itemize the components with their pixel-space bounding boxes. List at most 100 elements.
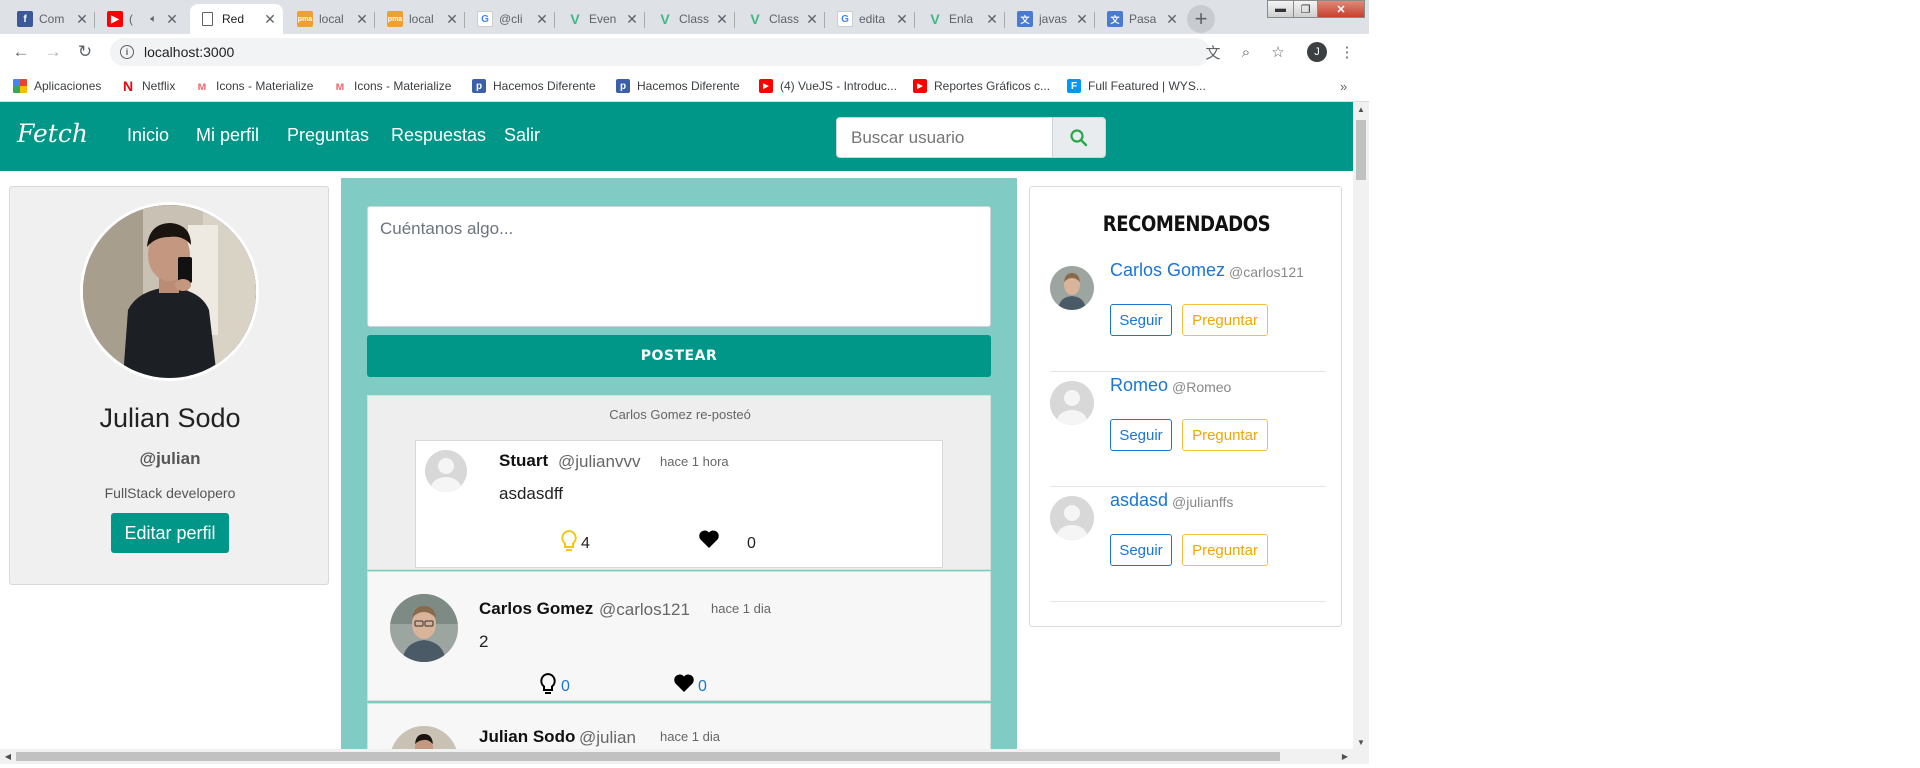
recommended-user-name[interactable]: Carlos Gomez bbox=[1110, 260, 1225, 281]
profile-avatar[interactable]: J bbox=[1307, 42, 1327, 62]
horizontal-scrollbar[interactable]: ◀ ▶ bbox=[0, 749, 1369, 764]
apps-grid-icon bbox=[13, 79, 27, 93]
back-arrow-icon[interactable]: ← bbox=[11, 42, 31, 62]
bookmark-star-icon[interactable]: ☆ bbox=[1268, 42, 1288, 62]
follow-button[interactable]: Seguir bbox=[1110, 304, 1172, 336]
nav-link-salir[interactable]: Salir bbox=[504, 125, 540, 146]
close-tab-icon[interactable]: ✕ bbox=[73, 11, 91, 28]
info-icon[interactable]: i bbox=[120, 45, 134, 59]
close-tab-icon[interactable]: ✕ bbox=[1073, 11, 1091, 28]
search-input[interactable] bbox=[836, 117, 1052, 158]
forward-arrow-icon[interactable]: → bbox=[43, 42, 63, 62]
reload-icon[interactable]: ↻ bbox=[75, 42, 95, 62]
post-author-name[interactable]: Stuart bbox=[499, 451, 548, 471]
user-search bbox=[836, 117, 1106, 158]
nav-link-respuestas[interactable]: Respuestas bbox=[391, 125, 486, 146]
horizontal-scroll-thumb[interactable] bbox=[16, 752, 1280, 761]
default-avatar[interactable] bbox=[1050, 496, 1094, 540]
recommended-user-name[interactable]: Romeo bbox=[1110, 375, 1168, 396]
close-tab-icon[interactable]: ✕ bbox=[623, 11, 641, 28]
ask-button[interactable]: Preguntar bbox=[1182, 534, 1268, 566]
browser-tab[interactable]: G @cli ✕ bbox=[465, 4, 555, 34]
browser-tab[interactable]: V Enla ✕ bbox=[915, 4, 1005, 34]
browser-tab[interactable]: 文 Pasa ✕ bbox=[1095, 4, 1185, 34]
browser-tab[interactable]: f Com ✕ bbox=[5, 4, 95, 34]
close-tab-icon[interactable]: ✕ bbox=[803, 11, 821, 28]
user-avatar[interactable] bbox=[390, 726, 458, 749]
recommended-user-handle: @carlos121 bbox=[1229, 264, 1304, 280]
bookmarks-overflow-icon[interactable]: » bbox=[1340, 79, 1347, 94]
translate-page-icon[interactable]: 文 bbox=[1203, 42, 1223, 62]
bookmark-item[interactable]: Aplicaciones bbox=[13, 78, 101, 94]
scroll-down-arrow-icon[interactable]: ▼ bbox=[1353, 735, 1369, 749]
nav-link-mi-perfil[interactable]: Mi perfil bbox=[196, 125, 259, 146]
bookmark-item[interactable]: ▶ (4) VueJS - Introduc... bbox=[759, 78, 897, 94]
close-tab-icon[interactable]: ✕ bbox=[443, 11, 461, 28]
close-tab-icon[interactable]: ✕ bbox=[533, 11, 551, 28]
browser-tab[interactable]: V Class ✕ bbox=[735, 4, 825, 34]
browser-tab[interactable]: 文 javas ✕ bbox=[1005, 4, 1095, 34]
vertical-scrollbar[interactable]: ▲ ▼ bbox=[1353, 102, 1369, 749]
lightbulb-icon[interactable] bbox=[539, 672, 557, 696]
bookmark-item[interactable]: N Netflix bbox=[121, 78, 175, 94]
user-avatar[interactable] bbox=[1050, 266, 1094, 310]
close-tab-icon[interactable]: ✕ bbox=[1163, 11, 1181, 28]
new-tab-button[interactable]: + bbox=[1187, 5, 1215, 33]
post-author-name[interactable]: Julian Sodo bbox=[479, 727, 575, 747]
close-tab-icon[interactable]: ✕ bbox=[261, 11, 279, 28]
default-avatar[interactable] bbox=[1050, 381, 1094, 425]
bookmark-item[interactable]: F Full Featured | WYS... bbox=[1067, 78, 1206, 94]
bookmark-item[interactable]: ᴍ Icons - Materialize bbox=[333, 78, 452, 94]
scroll-up-arrow-icon[interactable]: ▲ bbox=[1353, 102, 1369, 116]
nav-link-preguntas[interactable]: Preguntas bbox=[287, 125, 369, 146]
scroll-left-arrow-icon[interactable]: ◀ bbox=[0, 749, 16, 764]
brand-logo[interactable]: Fetch bbox=[17, 119, 88, 148]
lightbulb-icon[interactable] bbox=[560, 529, 578, 553]
profile-card: Julian Sodo @julian FullStack developero… bbox=[9, 186, 329, 585]
close-tab-icon[interactable]: ✕ bbox=[983, 11, 1001, 28]
speaker-icon[interactable]: 🔈︎ bbox=[150, 13, 157, 26]
vertical-scroll-thumb[interactable] bbox=[1356, 120, 1366, 180]
close-tab-icon[interactable]: ✕ bbox=[713, 11, 731, 28]
browser-tab[interactable]: G edita ✕ bbox=[825, 4, 915, 34]
close-window-button[interactable]: ✕ bbox=[1317, 0, 1365, 18]
recommendations-card: RECOMENDADOS Carlos Gomez @carlos121 Seg… bbox=[1029, 186, 1342, 627]
google-icon: G bbox=[837, 11, 853, 27]
bookmark-item[interactable]: ▶ Reportes Gráficos c... bbox=[913, 78, 1050, 94]
browser-tab[interactable]: pma local ✕ bbox=[375, 4, 465, 34]
close-tab-icon[interactable]: ✕ bbox=[163, 11, 181, 28]
browser-tab[interactable]: V Even ✕ bbox=[555, 4, 645, 34]
nav-link-inicio[interactable]: Inicio bbox=[127, 125, 169, 146]
ask-button[interactable]: Preguntar bbox=[1182, 419, 1268, 451]
edit-profile-button[interactable]: Editar perfil bbox=[111, 513, 229, 553]
user-avatar[interactable] bbox=[390, 594, 458, 662]
follow-button[interactable]: Seguir bbox=[1110, 419, 1172, 451]
scroll-right-arrow-icon[interactable]: ▶ bbox=[1337, 749, 1353, 764]
ask-button[interactable]: Preguntar bbox=[1182, 304, 1268, 336]
follow-button[interactable]: Seguir bbox=[1110, 534, 1172, 566]
recommended-user-name[interactable]: asdasd bbox=[1110, 490, 1168, 511]
bookmark-item[interactable]: p Hacemos Diferente bbox=[472, 78, 596, 94]
close-tab-icon[interactable]: ✕ bbox=[353, 11, 371, 28]
youtube-icon: ▶ bbox=[913, 79, 927, 93]
browser-tab[interactable]: ▶ ( 🔈︎ ✕ bbox=[95, 4, 185, 34]
browser-tab-active[interactable]: Red ✕ bbox=[190, 4, 283, 34]
bookmark-item[interactable]: ᴍ Icons - Materialize bbox=[195, 78, 314, 94]
browser-menu-icon[interactable]: ⋮ bbox=[1337, 42, 1357, 62]
close-tab-icon[interactable]: ✕ bbox=[893, 11, 911, 28]
recommendations-title: RECOMENDADOS bbox=[1102, 212, 1271, 236]
default-avatar[interactable] bbox=[425, 450, 467, 492]
post-button[interactable]: POSTEAR bbox=[367, 335, 991, 377]
heart-icon[interactable] bbox=[673, 673, 695, 693]
heart-icon[interactable] bbox=[698, 529, 720, 549]
post-author-name[interactable]: Carlos Gomez bbox=[479, 599, 593, 619]
compose-textarea[interactable] bbox=[367, 206, 991, 327]
browser-tab[interactable]: V Class ✕ bbox=[645, 4, 735, 34]
zoom-icon[interactable]: ⌕ bbox=[1236, 42, 1256, 62]
restore-button[interactable]: ❐ bbox=[1293, 0, 1318, 18]
bookmark-item[interactable]: p Hacemos Diferente bbox=[616, 78, 740, 94]
address-bar[interactable]: i localhost:3000 bbox=[110, 38, 1210, 66]
minimize-button[interactable]: ▬ bbox=[1267, 0, 1294, 18]
browser-tab[interactable]: pma local ✕ bbox=[285, 4, 375, 34]
search-button[interactable] bbox=[1052, 117, 1106, 158]
